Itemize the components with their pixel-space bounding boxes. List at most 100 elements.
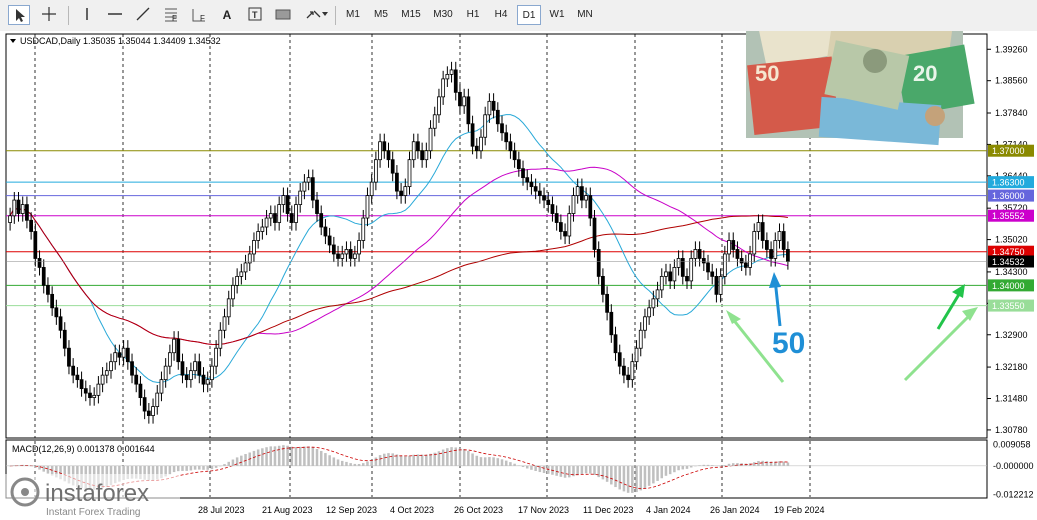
candle-body bbox=[41, 267, 46, 286]
candle-body bbox=[109, 361, 113, 372]
arrows-icon[interactable] bbox=[302, 5, 330, 25]
vertical-line-icon[interactable] bbox=[76, 5, 98, 25]
cursor-icon[interactable] bbox=[8, 5, 30, 25]
fibonacci-icon[interactable]: F bbox=[160, 5, 182, 25]
candle-body bbox=[50, 293, 55, 309]
macd-bar bbox=[328, 455, 331, 466]
rectangle-icon[interactable] bbox=[272, 5, 294, 25]
macd-bar bbox=[542, 465, 546, 473]
candle-body bbox=[151, 406, 155, 416]
candle-body bbox=[668, 271, 673, 282]
price-tick-label: 1.32900 bbox=[995, 330, 1028, 340]
candle-body bbox=[672, 267, 677, 282]
macd-bar bbox=[681, 465, 685, 470]
candle-body bbox=[529, 181, 534, 188]
svg-text:10: 10 bbox=[838, 31, 860, 36]
timeframe-m15[interactable]: M15 bbox=[397, 5, 425, 25]
candle-body bbox=[361, 217, 366, 241]
candle-body bbox=[786, 249, 790, 262]
candle-body bbox=[142, 397, 147, 412]
candle-body bbox=[83, 388, 88, 394]
price-chart[interactable]: 1.392601.385601.378401.371401.364401.357… bbox=[0, 31, 1037, 520]
candle-body bbox=[592, 217, 597, 250]
macd-bar bbox=[38, 465, 41, 470]
candle-body bbox=[533, 186, 538, 192]
candle-body bbox=[29, 219, 33, 232]
candle-body bbox=[613, 334, 618, 354]
price-tick-label: 1.35020 bbox=[995, 235, 1028, 245]
fibonacci-fan-icon[interactable]: F bbox=[188, 5, 210, 25]
macd-bar bbox=[303, 446, 306, 466]
date-label: 26 Jan 2024 bbox=[710, 505, 760, 515]
svg-text:F: F bbox=[200, 14, 205, 23]
candle-body bbox=[580, 186, 584, 201]
macd-bar bbox=[362, 463, 365, 466]
candle-body bbox=[626, 374, 631, 381]
candle-body bbox=[71, 365, 76, 376]
candle-body bbox=[8, 215, 12, 223]
macd-bar bbox=[345, 461, 348, 466]
macd-bar bbox=[593, 465, 596, 475]
timeframe-m5[interactable]: M5 bbox=[369, 5, 393, 25]
candle-body bbox=[596, 249, 601, 277]
macd-bar bbox=[639, 465, 643, 491]
svg-text:F: F bbox=[172, 14, 177, 23]
macd-bar bbox=[622, 465, 626, 492]
candle-body bbox=[319, 213, 324, 228]
macd-bar bbox=[677, 465, 680, 471]
timeframe-h1[interactable]: H1 bbox=[461, 5, 485, 25]
candle-body bbox=[336, 253, 340, 259]
candle-body bbox=[235, 275, 240, 286]
macd-bar bbox=[462, 449, 466, 466]
candle-body bbox=[554, 213, 559, 223]
macd-bar bbox=[446, 448, 449, 466]
candle-body bbox=[449, 69, 454, 75]
candle-body bbox=[718, 275, 723, 295]
candle-body bbox=[739, 258, 744, 264]
candle-body bbox=[756, 222, 761, 232]
svg-text:T: T bbox=[252, 10, 258, 20]
timeframe-m30[interactable]: M30 bbox=[429, 5, 457, 25]
candle-body bbox=[226, 298, 231, 318]
candle-body bbox=[382, 141, 387, 152]
candle-body bbox=[252, 240, 256, 255]
text-label-icon[interactable]: T bbox=[244, 5, 266, 25]
candle-body bbox=[176, 338, 181, 363]
timeframe-h4[interactable]: H4 bbox=[489, 5, 513, 25]
candle-body bbox=[731, 240, 736, 250]
macd-bar bbox=[429, 453, 432, 466]
candle-body bbox=[685, 275, 689, 282]
macd-bar bbox=[269, 446, 273, 466]
candle-body bbox=[243, 262, 248, 273]
candle-body bbox=[441, 78, 446, 98]
trendline-icon[interactable] bbox=[132, 5, 154, 25]
timeframe-w1[interactable]: W1 bbox=[545, 5, 569, 25]
macd-bar bbox=[483, 457, 487, 466]
price-tick-label: 1.39260 bbox=[995, 44, 1028, 54]
timeframe-mn[interactable]: MN bbox=[573, 5, 597, 25]
candle-body bbox=[571, 195, 576, 214]
timeframe-d1[interactable]: D1 bbox=[517, 5, 541, 25]
macd-bar bbox=[626, 465, 630, 493]
candle-body bbox=[155, 392, 160, 407]
candle-body bbox=[306, 177, 311, 183]
macd-bar bbox=[765, 461, 769, 466]
timeframe-m1[interactable]: M1 bbox=[341, 5, 365, 25]
macd-bar bbox=[441, 449, 445, 466]
candle-body bbox=[125, 347, 130, 363]
candle-body bbox=[37, 258, 42, 268]
crosshair-icon[interactable] bbox=[38, 5, 60, 25]
macd-bar bbox=[177, 465, 180, 472]
candle-body bbox=[96, 383, 101, 396]
candle-body bbox=[714, 275, 719, 295]
horizontal-line-icon[interactable] bbox=[104, 5, 126, 25]
date-label: 28 Jul 2023 bbox=[198, 505, 245, 515]
candle-body bbox=[781, 231, 786, 250]
macd-bar bbox=[366, 461, 369, 466]
macd-bar bbox=[374, 457, 378, 466]
toolbar-separator bbox=[68, 6, 69, 25]
candle-body bbox=[495, 109, 500, 125]
text-icon[interactable]: A bbox=[216, 5, 238, 25]
macd-bar bbox=[610, 465, 613, 485]
candle-body bbox=[289, 213, 294, 223]
